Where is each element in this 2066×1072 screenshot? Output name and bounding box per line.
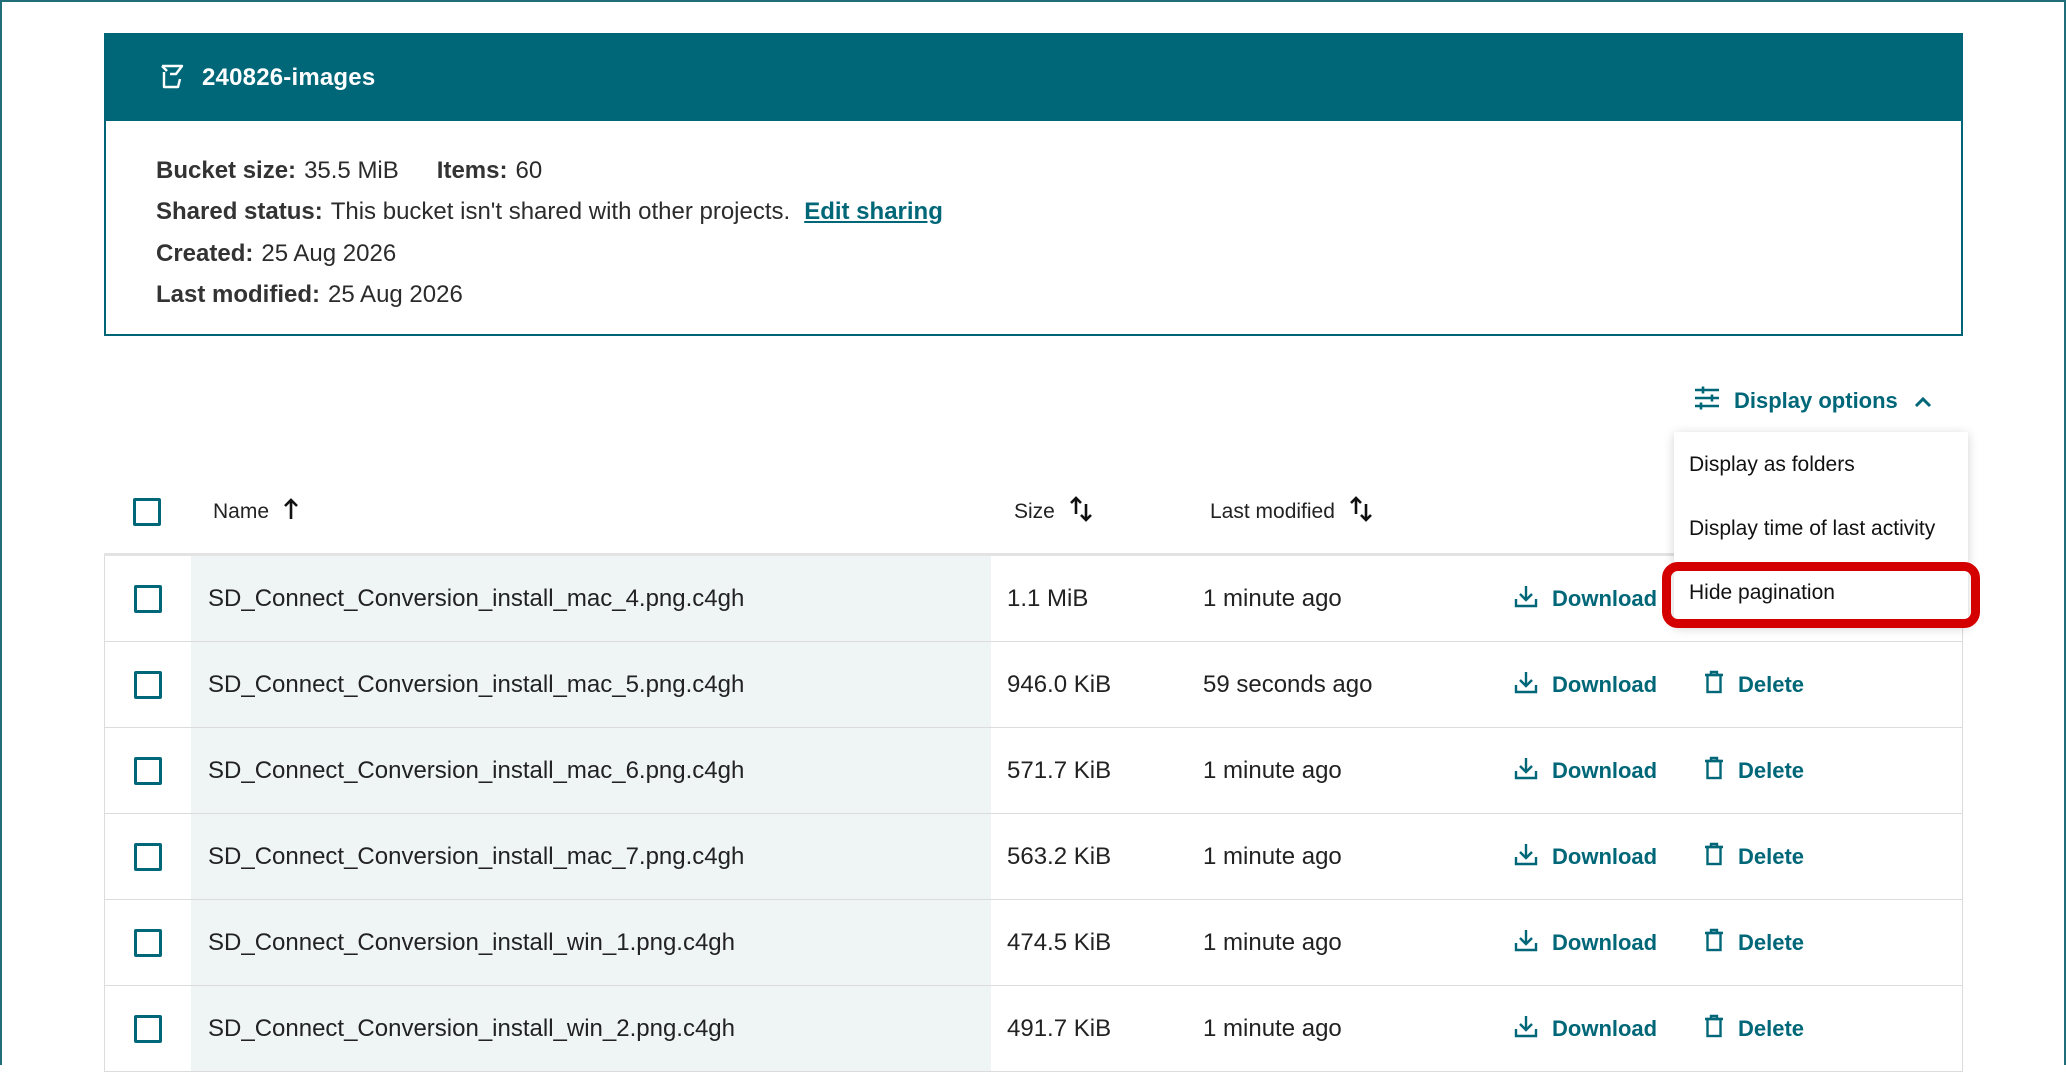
- download-label: Download: [1552, 757, 1658, 783]
- file-name[interactable]: SD_Connect_Conversion_install_win_2.png.…: [191, 986, 991, 1071]
- shared-status-label: Shared status:: [156, 198, 323, 226]
- menu-item-display-as-folders[interactable]: Display as folders: [1689, 453, 1855, 477]
- created-value: 25 Aug 2026: [261, 239, 397, 267]
- row-checkbox[interactable]: [134, 842, 162, 871]
- download-icon: [1514, 670, 1538, 700]
- table-row[interactable]: SD_Connect_Conversion_install_mac_5.png.…: [104, 642, 1963, 728]
- chevron-up-icon: [1914, 388, 1932, 414]
- file-name[interactable]: SD_Connect_Conversion_install_win_1.png.…: [191, 900, 991, 985]
- items-label: Items:: [436, 156, 508, 184]
- last-modified-label: Last modified:: [156, 281, 321, 309]
- row-checkbox[interactable]: [134, 1014, 162, 1043]
- delete-label: Delete: [1738, 1015, 1805, 1041]
- edit-sharing-link[interactable]: Edit sharing: [804, 198, 943, 226]
- trash-icon: [1704, 842, 1724, 872]
- table-body: SD_Connect_Conversion_install_mac_4.png.…: [104, 556, 1963, 1072]
- row-checkbox[interactable]: [134, 670, 162, 699]
- download-label: Download: [1552, 585, 1658, 611]
- download-label: Download: [1552, 929, 1658, 955]
- download-button[interactable]: Download: [1514, 842, 1704, 872]
- file-size: 1.1 MiB: [1007, 584, 1089, 612]
- download-icon: [1514, 1014, 1538, 1044]
- sort-icon: [1349, 495, 1373, 528]
- file-size: 474.5 KiB: [1007, 928, 1112, 956]
- file-last-modified: 59 seconds ago: [1203, 670, 1373, 698]
- table-row[interactable]: SD_Connect_Conversion_install_mac_7.png.…: [104, 814, 1963, 900]
- sliders-icon: [1694, 386, 1720, 416]
- bucket-icon: [158, 62, 186, 95]
- download-icon: [1514, 756, 1538, 786]
- sort-ascending-icon: [283, 497, 299, 527]
- trash-icon: [1704, 928, 1724, 958]
- bucket-details: Bucket size: 35.5 MiB Items: 60 Shared s…: [106, 121, 1961, 316]
- bucket-header: 240826-images: [106, 35, 1961, 121]
- menu-item-display-time-of-last-activity[interactable]: Display time of last activity: [1689, 517, 1935, 541]
- file-last-modified: 1 minute ago: [1203, 584, 1342, 612]
- table-row[interactable]: SD_Connect_Conversion_install_win_2.png.…: [104, 986, 1963, 1072]
- name-header-label: Name: [213, 499, 270, 523]
- row-checkbox[interactable]: [134, 928, 162, 957]
- delete-button[interactable]: Delete: [1704, 928, 1804, 958]
- row-checkbox[interactable]: [134, 756, 162, 785]
- file-last-modified: 1 minute ago: [1203, 756, 1342, 784]
- size-header-label: Size: [1014, 499, 1055, 523]
- bucket-info-card: 240826-images Bucket size: 35.5 MiB Item…: [104, 33, 1963, 336]
- created-label: Created:: [156, 239, 254, 267]
- size-column-header[interactable]: Size: [990, 495, 1193, 528]
- file-name[interactable]: SD_Connect_Conversion_install_mac_5.png.…: [191, 642, 991, 727]
- download-button[interactable]: Download: [1514, 670, 1704, 700]
- file-name[interactable]: SD_Connect_Conversion_install_mac_7.png.…: [191, 814, 991, 899]
- display-options-menu: Display as folders Display time of last …: [1674, 432, 1968, 626]
- file-name[interactable]: SD_Connect_Conversion_install_mac_6.png.…: [191, 728, 991, 813]
- shared-status-value: This bucket isn't shared with other proj…: [330, 198, 791, 226]
- delete-button[interactable]: Delete: [1704, 756, 1804, 786]
- trash-icon: [1704, 756, 1724, 786]
- bucket-title: 240826-images: [202, 64, 376, 91]
- display-options-label: Display options: [1734, 388, 1898, 413]
- last-modified-header-label: Last modified: [1210, 499, 1335, 523]
- download-button[interactable]: Download: [1514, 1014, 1704, 1044]
- download-icon: [1514, 584, 1538, 614]
- select-all-checkbox[interactable]: [133, 497, 161, 526]
- menu-item-hide-pagination[interactable]: Hide pagination: [1689, 581, 1835, 605]
- download-button[interactable]: Download: [1514, 756, 1704, 786]
- bucket-size-value: 35.5 MiB: [304, 156, 399, 184]
- download-icon: [1514, 928, 1538, 958]
- delete-label: Delete: [1738, 929, 1805, 955]
- table-row[interactable]: SD_Connect_Conversion_install_win_1.png.…: [104, 900, 1963, 986]
- delete-label: Delete: [1738, 843, 1805, 869]
- file-last-modified: 1 minute ago: [1203, 928, 1342, 956]
- row-checkbox[interactable]: [134, 584, 162, 613]
- delete-button[interactable]: Delete: [1704, 670, 1804, 700]
- download-label: Download: [1552, 843, 1658, 869]
- download-button[interactable]: Download: [1514, 928, 1704, 958]
- name-column-header[interactable]: Name: [190, 470, 990, 553]
- file-last-modified: 1 minute ago: [1203, 1014, 1342, 1042]
- last-modified-value: 25 Aug 2026: [328, 281, 463, 309]
- file-size: 946.0 KiB: [1007, 670, 1112, 698]
- download-icon: [1514, 842, 1538, 872]
- last-modified-column-header[interactable]: Last modified: [1193, 495, 1513, 528]
- file-last-modified: 1 minute ago: [1203, 842, 1342, 870]
- bucket-size-label: Bucket size:: [156, 156, 297, 184]
- trash-icon: [1704, 1014, 1724, 1044]
- delete-button[interactable]: Delete: [1704, 1014, 1804, 1044]
- file-size: 571.7 KiB: [1007, 756, 1112, 784]
- file-size: 491.7 KiB: [1007, 1014, 1112, 1042]
- delete-label: Delete: [1738, 671, 1805, 697]
- download-label: Download: [1552, 671, 1658, 697]
- items-value: 60: [515, 156, 543, 184]
- file-size: 563.2 KiB: [1007, 842, 1112, 870]
- download-label: Download: [1552, 1015, 1658, 1041]
- sort-icon: [1069, 495, 1093, 528]
- file-name[interactable]: SD_Connect_Conversion_install_mac_4.png.…: [191, 556, 991, 641]
- table-row[interactable]: SD_Connect_Conversion_install_mac_6.png.…: [104, 728, 1963, 814]
- display-options-button[interactable]: Display options: [1694, 386, 1932, 416]
- delete-label: Delete: [1738, 757, 1805, 783]
- trash-icon: [1704, 670, 1724, 700]
- delete-button[interactable]: Delete: [1704, 842, 1804, 872]
